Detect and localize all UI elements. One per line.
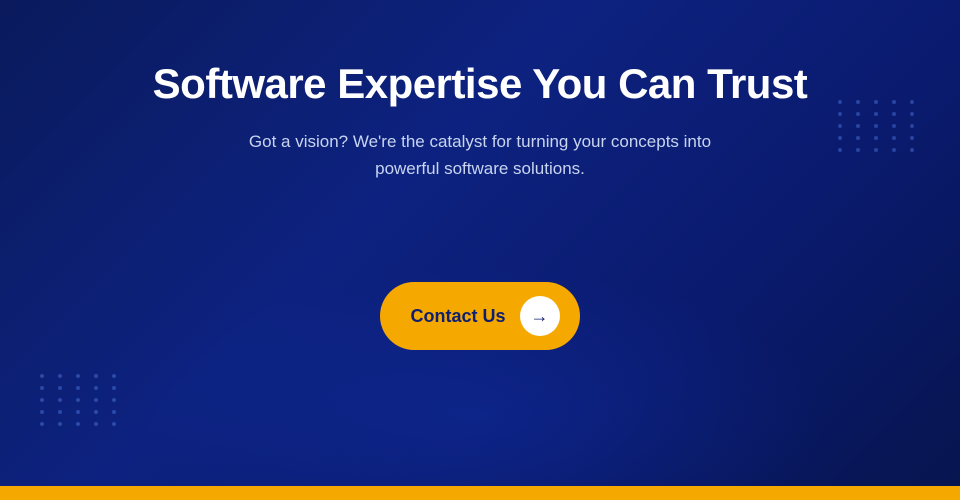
dot [856, 136, 860, 140]
dot [874, 136, 878, 140]
hero-section: Software Expertise You Can Trust Got a v… [0, 0, 960, 486]
dot [94, 386, 98, 390]
dot [112, 386, 116, 390]
dot [40, 386, 44, 390]
dot [40, 410, 44, 414]
cta-arrow-circle: → [520, 296, 560, 336]
dot [910, 112, 914, 116]
dot [58, 410, 62, 414]
dot [892, 124, 896, 128]
dot [40, 374, 44, 378]
dot [892, 148, 896, 152]
dot [94, 410, 98, 414]
dot [40, 398, 44, 402]
dot [112, 398, 116, 402]
dot [838, 112, 842, 116]
dot [874, 100, 878, 104]
dot [892, 100, 896, 104]
page-wrapper: Software Expertise You Can Trust Got a v… [0, 0, 960, 500]
hero-title: Software Expertise You Can Trust [153, 60, 808, 108]
dot-grid-right [838, 100, 920, 152]
dot [76, 410, 80, 414]
dot [874, 148, 878, 152]
bottom-bar [0, 486, 960, 500]
dot [58, 422, 62, 426]
dot [58, 398, 62, 402]
contact-us-button[interactable]: Contact Us → [380, 282, 579, 350]
dot [874, 112, 878, 116]
dot [910, 124, 914, 128]
dot [94, 374, 98, 378]
dot [94, 422, 98, 426]
cta-label: Contact Us [410, 306, 505, 327]
hero-subtitle: Got a vision? We're the catalyst for tur… [220, 128, 740, 182]
arrow-icon: → [531, 307, 549, 325]
dot [856, 100, 860, 104]
dot [40, 422, 44, 426]
dot [58, 374, 62, 378]
dot [838, 124, 842, 128]
dot [856, 124, 860, 128]
dot [58, 386, 62, 390]
dot [910, 100, 914, 104]
dot [838, 136, 842, 140]
dot [874, 124, 878, 128]
dot [892, 136, 896, 140]
dot [76, 386, 80, 390]
dot [910, 136, 914, 140]
dot [838, 100, 842, 104]
dot [910, 148, 914, 152]
dot [856, 148, 860, 152]
dot [892, 112, 896, 116]
dot [112, 422, 116, 426]
dot [94, 398, 98, 402]
dot [76, 398, 80, 402]
dot [838, 148, 842, 152]
dot-grid-left [40, 374, 122, 426]
dot [856, 112, 860, 116]
dot [112, 374, 116, 378]
dot [76, 374, 80, 378]
dot [112, 410, 116, 414]
dot [76, 422, 80, 426]
